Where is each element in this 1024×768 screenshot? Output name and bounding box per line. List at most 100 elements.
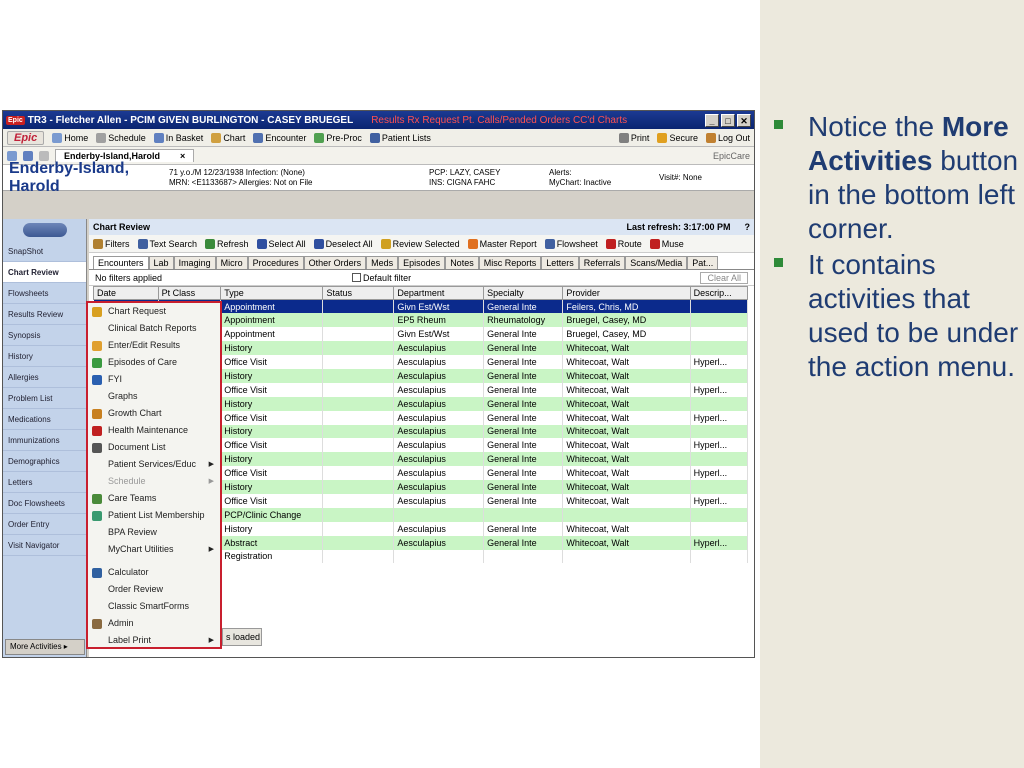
- toolbar-in-basket[interactable]: In Basket: [153, 132, 203, 143]
- more-activities-button[interactable]: More Activities ▸: [5, 639, 85, 655]
- tab-encounters[interactable]: Encounters: [93, 256, 149, 269]
- toolbar-label: Pre-Proc: [326, 132, 362, 143]
- epic-menu-button[interactable]: Epic: [7, 130, 45, 145]
- tool-deselect-all[interactable]: Deselect All: [313, 238, 373, 249]
- sidebar-item-letters[interactable]: Letters: [3, 472, 86, 493]
- tool-text-search[interactable]: Text Search: [137, 238, 197, 249]
- tool-select-all[interactable]: Select All: [256, 238, 306, 249]
- table-cell: Whitecoat, Walt: [562, 452, 691, 467]
- menu-item-patient-services-educ[interactable]: Patient Services/Educ ▶: [88, 456, 220, 473]
- sidebar-item-snapshot[interactable]: SnapShot: [3, 241, 86, 262]
- menu-item-patient-list-membership[interactable]: Patient List Membership: [88, 507, 220, 524]
- tab-letters[interactable]: Letters: [541, 256, 579, 269]
- sidebar-item-synopsis[interactable]: Synopsis: [3, 325, 86, 346]
- tab-micro[interactable]: Micro: [215, 256, 248, 269]
- close-tab-icon[interactable]: ×: [180, 151, 185, 161]
- tab-meds[interactable]: Meds: [366, 256, 399, 269]
- tool-review-selected[interactable]: Review Selected: [380, 238, 460, 249]
- sidebar-item-flowsheets[interactable]: Flowsheets: [3, 283, 86, 304]
- tool-filters[interactable]: Filters: [93, 238, 130, 249]
- menu-item-calculator[interactable]: Calculator: [88, 564, 220, 581]
- column-header-provider[interactable]: Provider: [562, 286, 691, 300]
- sidebar-item-medications[interactable]: Medications: [3, 409, 86, 430]
- tab-misc-reports[interactable]: Misc Reports: [478, 256, 542, 269]
- column-header-status[interactable]: Status: [322, 286, 395, 300]
- sidebar-item-demographics[interactable]: Demographics: [3, 451, 86, 472]
- tab-scans-media[interactable]: Scans/Media: [625, 256, 688, 269]
- menu-item-admin[interactable]: Admin: [88, 615, 220, 632]
- menu-item-classic-smartforms[interactable]: Classic SmartForms: [88, 598, 220, 615]
- tool-muse[interactable]: Muse: [649, 238, 684, 249]
- column-header-descrip-[interactable]: Descrip...: [689, 286, 749, 300]
- patient-demographics: 71 y.o./M 12/23/1938 Infection: (None) M…: [169, 168, 429, 188]
- toolbar-patient-lists[interactable]: Patient Lists: [369, 132, 431, 143]
- menu-item-growth-chart[interactable]: Growth Chart: [88, 405, 220, 422]
- menu-item-document-list[interactable]: Document List: [88, 439, 220, 456]
- menu-item-episodes-of-care[interactable]: Episodes of Care: [88, 354, 220, 371]
- toolbar-secure[interactable]: Secure: [657, 132, 698, 143]
- menu-item-health-maintenance[interactable]: Health Maintenance: [88, 422, 220, 439]
- menu-item-care-teams[interactable]: Care Teams: [88, 490, 220, 507]
- column-header-specialty[interactable]: Specialty: [483, 286, 564, 300]
- column-header-type[interactable]: Type: [220, 286, 324, 300]
- menu-item-mychart-utilities[interactable]: MyChart Utilities ▶: [88, 541, 220, 558]
- menu-item-order-review[interactable]: Order Review: [88, 581, 220, 598]
- table-cell: Aesculapius: [393, 341, 485, 356]
- tab-other-orders[interactable]: Other Orders: [303, 256, 367, 269]
- menu-item-chart-request[interactable]: Chart Request: [88, 303, 220, 320]
- menu-item-label: Patient List Membership: [108, 510, 205, 520]
- column-header-date[interactable]: Date: [93, 286, 159, 300]
- tab-pat-[interactable]: Pat...: [687, 256, 719, 269]
- tab-notes[interactable]: Notes: [445, 256, 479, 269]
- notification-results[interactable]: Results Rx Request Pt. Calls/Pended Orde…: [371, 115, 627, 126]
- sidebar-item-history[interactable]: History: [3, 346, 86, 367]
- menu-item-enter-edit-results[interactable]: Enter/Edit Results: [88, 337, 220, 354]
- sidebar-item-results-review[interactable]: Results Review: [3, 304, 86, 325]
- toolbar-print[interactable]: Print: [618, 132, 649, 143]
- menu-item-clinical-batch-reports[interactable]: Clinical Batch Reports: [88, 320, 220, 337]
- toolbar-log-out[interactable]: Log Out: [705, 132, 750, 143]
- sidebar-item-allergies[interactable]: Allergies: [3, 367, 86, 388]
- table-cell: Whitecoat, Walt: [562, 368, 691, 383]
- column-header-pt-class[interactable]: Pt Class: [157, 286, 222, 300]
- tab-lab[interactable]: Lab: [148, 256, 174, 269]
- toolbar-home[interactable]: Home: [52, 132, 88, 143]
- alerts-label[interactable]: Alerts:: [549, 168, 659, 178]
- sidebar-item-doc-flowsheets[interactable]: Doc Flowsheets: [3, 493, 86, 514]
- help-button[interactable]: ?: [745, 222, 751, 232]
- table-cell: History: [220, 452, 324, 467]
- clear-all-button[interactable]: Clear All: [700, 271, 748, 284]
- back-forward-button[interactable]: [3, 219, 86, 241]
- toolbar-schedule[interactable]: Schedule: [96, 132, 146, 143]
- sidebar-item-chart-review[interactable]: Chart Review: [3, 262, 86, 283]
- tab-episodes[interactable]: Episodes: [398, 256, 446, 269]
- tool-refresh[interactable]: Refresh: [205, 238, 249, 249]
- menu-item-label: Calculator: [108, 567, 149, 577]
- sidebar-item-problem-list[interactable]: Problem List: [3, 388, 86, 409]
- tool-route[interactable]: Route: [605, 238, 642, 249]
- tool-master-report[interactable]: Master Report: [467, 238, 537, 249]
- toolbar-encounter[interactable]: Encounter: [253, 132, 306, 143]
- table-cell: General Inte: [483, 466, 564, 481]
- minimize-icon[interactable]: _: [705, 113, 719, 127]
- column-header-department[interactable]: Department: [393, 286, 485, 300]
- table-cell: [690, 327, 749, 342]
- tool-flowsheet[interactable]: Flowsheet: [544, 238, 598, 249]
- menu-item-bpa-review[interactable]: BPA Review: [88, 524, 220, 541]
- route-icon: [605, 238, 616, 249]
- maximize-icon[interactable]: □: [721, 113, 735, 127]
- toolbar-chart[interactable]: Chart: [211, 132, 245, 143]
- menu-item-label-print[interactable]: Label Print ▶: [88, 632, 220, 649]
- menu-item-fyi[interactable]: FYI: [88, 371, 220, 388]
- sidebar-item-immunizations[interactable]: Immunizations: [3, 430, 86, 451]
- tab-procedures[interactable]: Procedures: [247, 256, 304, 269]
- close-icon[interactable]: ✕: [737, 113, 751, 127]
- sidebar-item-visit-navigator[interactable]: Visit Navigator: [3, 535, 86, 556]
- tab-referrals[interactable]: Referrals: [578, 256, 626, 269]
- tab-imaging[interactable]: Imaging: [173, 256, 216, 269]
- toolbar-pre-proc[interactable]: Pre-Proc: [314, 132, 362, 143]
- menu-item-graphs[interactable]: Graphs: [88, 388, 220, 405]
- bullet-marker: [774, 120, 783, 129]
- sidebar-item-order-entry[interactable]: Order Entry: [3, 514, 86, 535]
- default-filter-checkbox[interactable]: Default filter: [352, 273, 411, 283]
